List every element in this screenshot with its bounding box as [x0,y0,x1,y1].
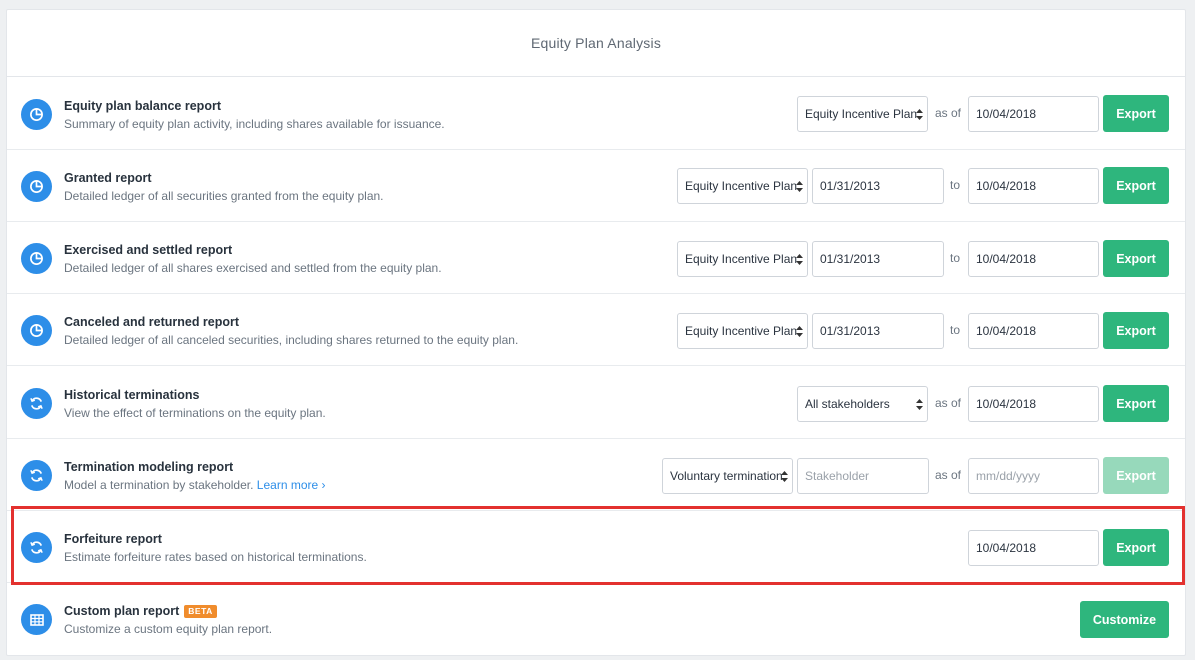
pie-chart-icon [21,243,52,274]
panel-header: Equity Plan Analysis [7,10,1185,77]
learn-more-link[interactable]: Learn more › [257,478,326,492]
connector-label: to [950,323,961,337]
report-title: Custom plan report BETA [64,603,272,619]
export-button[interactable]: Export [1103,95,1169,132]
refresh-icon [21,388,52,419]
pie-chart-icon [21,171,52,202]
report-row-custom-plan: Custom plan report BETA Customize a cust… [7,583,1185,655]
stakeholder-input[interactable]: Stakeholder [797,458,929,494]
export-button[interactable]: Export [1103,385,1169,422]
end-date-input[interactable]: 10/04/2018 [968,313,1099,349]
plan-select[interactable]: Equity Incentive Plan [797,96,928,132]
export-button[interactable]: Export [1103,167,1169,204]
plan-select[interactable]: Equity Incentive Plan [677,168,808,204]
export-button[interactable]: Export [1103,529,1169,566]
as-of-date-input[interactable]: 10/04/2018 [968,386,1099,422]
select-arrows-icon [781,471,788,482]
table-icon [21,604,52,635]
plan-select[interactable]: Equity Incentive Plan [677,313,808,349]
as-of-date-input[interactable]: 10/04/2018 [968,96,1099,132]
report-title: Equity plan balance report [64,99,221,113]
refresh-icon [21,460,52,491]
report-title: Historical terminations [64,388,200,402]
equity-plan-analysis-panel: Equity Plan Analysis Equity plan balance… [6,9,1186,656]
report-row-equity-plan-balance: Equity plan balance report Summary of eq… [7,78,1185,150]
report-title: Exercised and settled report [64,243,233,257]
termination-type-select[interactable]: Voluntary termination [662,458,793,494]
start-date-input[interactable]: 01/31/2013 [812,241,944,277]
as-of-date-input[interactable]: 10/04/2018 [968,530,1099,566]
report-title: Forfeiture report [64,532,162,546]
start-date-input[interactable]: 01/31/2013 [812,168,944,204]
report-description: Model a termination by stakeholder. Lear… [64,478,326,492]
connector-label: to [950,178,961,192]
report-description: View the effect of terminations on the e… [64,406,326,420]
report-row-historical-terminations: Historical terminations View the effect … [7,367,1185,439]
export-button[interactable]: Export [1103,312,1169,349]
report-description: Detailed ledger of all shares exercised … [64,261,442,275]
select-arrows-icon [916,109,923,120]
export-button[interactable]: Export [1103,240,1169,277]
end-date-input[interactable]: 10/04/2018 [968,168,1099,204]
report-row-granted: Granted report Detailed ledger of all se… [7,150,1185,222]
report-description: Summary of equity plan activity, includi… [64,117,445,131]
report-title: Canceled and returned report [64,315,240,329]
pie-chart-icon [21,315,52,346]
connector-label: to [950,251,961,265]
connector-label: as of [935,468,962,482]
end-date-input[interactable]: 10/04/2018 [968,241,1099,277]
report-title: Termination modeling report [64,460,234,474]
start-date-input[interactable]: 01/31/2013 [812,313,944,349]
report-row-exercised-settled: Exercised and settled report Detailed le… [7,222,1185,294]
report-description: Detailed ledger of all canceled securiti… [64,333,519,347]
connector-label: as of [935,106,962,120]
stakeholder-select[interactable]: All stakeholders [797,386,928,422]
select-arrows-icon [796,326,803,337]
pie-chart-icon [21,99,52,130]
plan-select[interactable]: Equity Incentive Plan [677,241,808,277]
report-title: Granted report [64,171,152,185]
customize-button[interactable]: Customize [1080,601,1169,638]
select-arrows-icon [796,254,803,265]
report-description: Detailed ledger of all securities grante… [64,189,384,203]
report-row-termination-modeling: Termination modeling report Model a term… [7,439,1185,511]
report-row-forfeiture: Forfeiture report Estimate forfeiture ra… [7,511,1185,583]
report-description: Customize a custom equity plan report. [64,622,273,636]
connector-label: as of [935,396,962,410]
report-description: Estimate forfeiture rates based on histo… [64,550,367,564]
page-title: Equity Plan Analysis [530,35,662,51]
as-of-date-input[interactable]: mm/dd/yyyy [968,458,1099,494]
select-arrows-icon [796,181,803,192]
export-button[interactable]: Export [1103,457,1169,494]
beta-badge: BETA [184,604,217,618]
refresh-icon [21,532,52,563]
select-arrows-icon [916,399,923,410]
report-row-canceled-returned: Canceled and returned report Detailed le… [7,294,1185,366]
